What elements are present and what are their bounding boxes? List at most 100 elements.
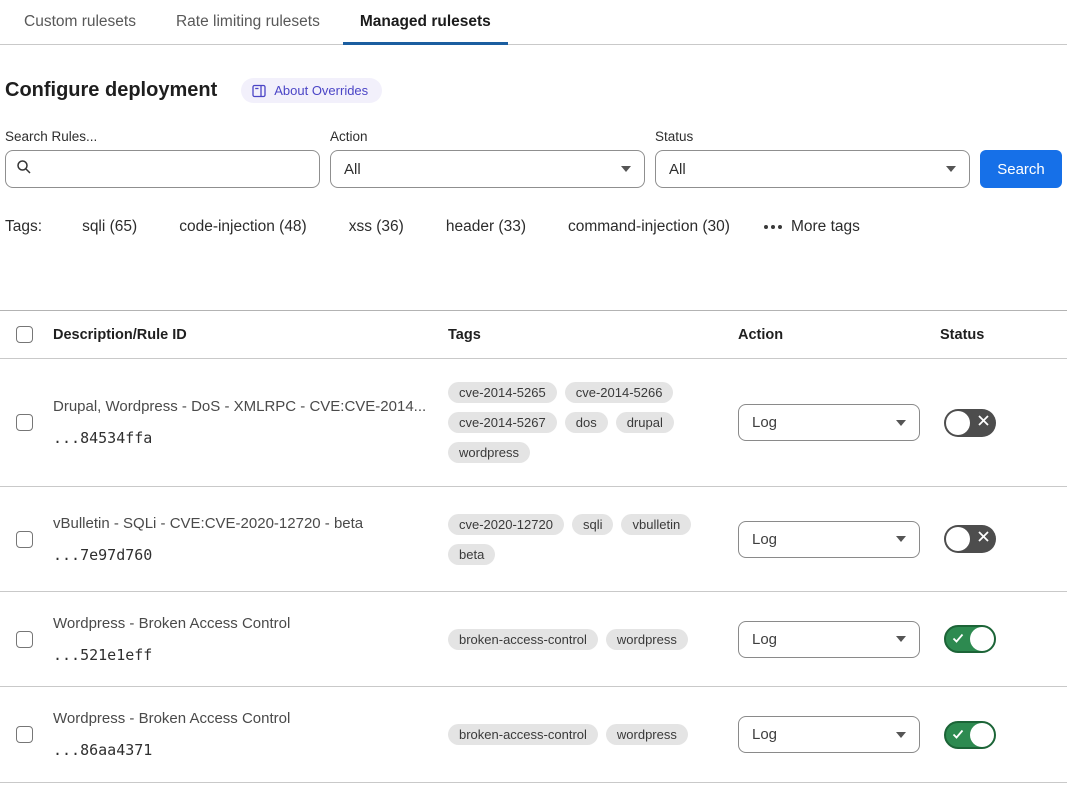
status-toggle-on[interactable] [944,625,996,653]
column-header-action: Action [730,327,932,343]
rule-description: vBulletin - SQLi - CVE:CVE-2020-12720 - … [53,515,440,532]
row-checkbox[interactable] [16,414,33,431]
action-filter-label: Action [330,129,645,144]
search-label: Search Rules... [5,129,320,144]
chevron-down-icon [621,166,631,172]
tag-link-xss[interactable]: xss (36) [349,218,404,236]
status-filter-select[interactable]: All [655,150,970,188]
rule-tags: cve-2020-12720 sqli vbulletin beta [440,514,730,565]
action-select-value: Log [752,631,777,648]
tag-pill: cve-2014-5265 [448,382,557,403]
toggle-knob [970,627,994,651]
heading-row: Configure deployment About Overrides [5,78,1062,103]
more-tags-button[interactable]: More tags [764,218,860,236]
rule-id: ...84534ffa [53,429,440,447]
tag-pill: broken-access-control [448,629,598,650]
rule-id: ...86aa4371 [53,741,440,759]
ruleset-tabbar: Custom rulesets Rate limiting rulesets M… [0,0,1067,45]
tag-pill: wordpress [606,629,688,650]
rule-description: Wordpress - Broken Access Control [53,615,440,632]
tab-rate-limiting-rulesets[interactable]: Rate limiting rulesets [176,0,320,44]
toggle-knob [946,527,970,551]
tag-pill: sqli [572,514,614,535]
tag-link-command-injection[interactable]: command-injection (30) [568,218,730,236]
chevron-down-icon [896,732,906,738]
chevron-down-icon [896,536,906,542]
row-checkbox[interactable] [16,531,33,548]
search-input[interactable] [40,160,309,179]
check-icon [951,631,965,650]
status-toggle-off[interactable] [944,525,996,553]
select-all-checkbox[interactable] [16,326,33,343]
column-header-status: Status [932,327,1067,343]
search-field: Search Rules... [5,129,320,188]
rule-tags: broken-access-control wordpress [440,724,730,745]
action-select[interactable]: Log [738,404,920,441]
row-checkbox[interactable] [16,726,33,743]
action-select[interactable]: Log [738,621,920,658]
rule-description: Wordpress - Broken Access Control [53,710,440,727]
tag-link-sqli[interactable]: sqli (65) [82,218,137,236]
book-icon [252,84,266,98]
check-icon [951,727,965,746]
search-box [5,150,320,188]
tab-custom-rulesets[interactable]: Custom rulesets [24,0,136,44]
status-filter-value: All [669,161,686,178]
status-filter-field: Status All [655,129,970,188]
table-row: vBulletin - SQLi - CVE:CVE-2020-12720 - … [0,487,1067,592]
status-filter-label: Status [655,129,970,144]
tag-pill: cve-2014-5266 [565,382,674,403]
rule-id: ...521e1eff [53,646,440,664]
status-toggle-off[interactable] [944,409,996,437]
action-filter-select[interactable]: All [330,150,645,188]
x-icon [977,414,990,432]
column-header-tags: Tags [440,327,730,343]
action-filter-field: Action All [330,129,645,188]
tag-pill: vbulletin [621,514,691,535]
filters-row: Search Rules... Action All Status All Se… [5,129,1062,188]
table-row: Wordpress - Broken Access Control ...86a… [0,687,1067,783]
chevron-down-icon [896,420,906,426]
toggle-knob [946,411,970,435]
search-button[interactable]: Search [980,150,1062,188]
tag-pill: wordpress [606,724,688,745]
tag-link-header[interactable]: header (33) [446,218,526,236]
tag-pill: wordpress [448,442,530,463]
tag-link-code-injection[interactable]: code-injection (48) [179,218,307,236]
action-select-value: Log [752,531,777,548]
tag-pill: beta [448,544,495,565]
toggle-knob [970,723,994,747]
row-checkbox[interactable] [16,631,33,648]
tags-bar: Tags: sqli (65) code-injection (48) xss … [5,218,1062,236]
rule-id: ...7e97d760 [53,546,440,564]
column-header-description: Description/Rule ID [48,327,440,343]
table-row: Wordpress - Broken Access Control ...521… [0,592,1067,687]
tag-pill: broken-access-control [448,724,598,745]
rule-description: Drupal, Wordpress - DoS - XMLRPC - CVE:C… [53,398,440,415]
about-overrides-badge[interactable]: About Overrides [241,78,382,103]
tag-pill: dos [565,412,608,433]
action-filter-value: All [344,161,361,178]
tag-pill: cve-2014-5267 [448,412,557,433]
more-tags-label: More tags [791,218,860,236]
action-select[interactable]: Log [738,716,920,753]
search-icon [16,159,32,180]
page-title: Configure deployment [5,79,217,102]
rule-tags: broken-access-control wordpress [440,629,730,650]
rules-table: Description/Rule ID Tags Action Status D… [0,310,1067,783]
about-overrides-label: About Overrides [274,83,368,98]
ellipsis-icon [764,225,782,229]
action-select[interactable]: Log [738,521,920,558]
tag-pill: cve-2020-12720 [448,514,564,535]
tab-managed-rulesets[interactable]: Managed rulesets [360,0,491,44]
x-icon [977,530,990,548]
status-toggle-on[interactable] [944,721,996,749]
table-header-row: Description/Rule ID Tags Action Status [0,311,1067,359]
chevron-down-icon [896,636,906,642]
tags-bar-label: Tags: [5,218,42,236]
tag-pill: drupal [616,412,674,433]
table-row: Drupal, Wordpress - DoS - XMLRPC - CVE:C… [0,359,1067,487]
chevron-down-icon [946,166,956,172]
rule-tags: cve-2014-5265 cve-2014-5266 cve-2014-526… [440,382,730,463]
action-select-value: Log [752,414,777,431]
